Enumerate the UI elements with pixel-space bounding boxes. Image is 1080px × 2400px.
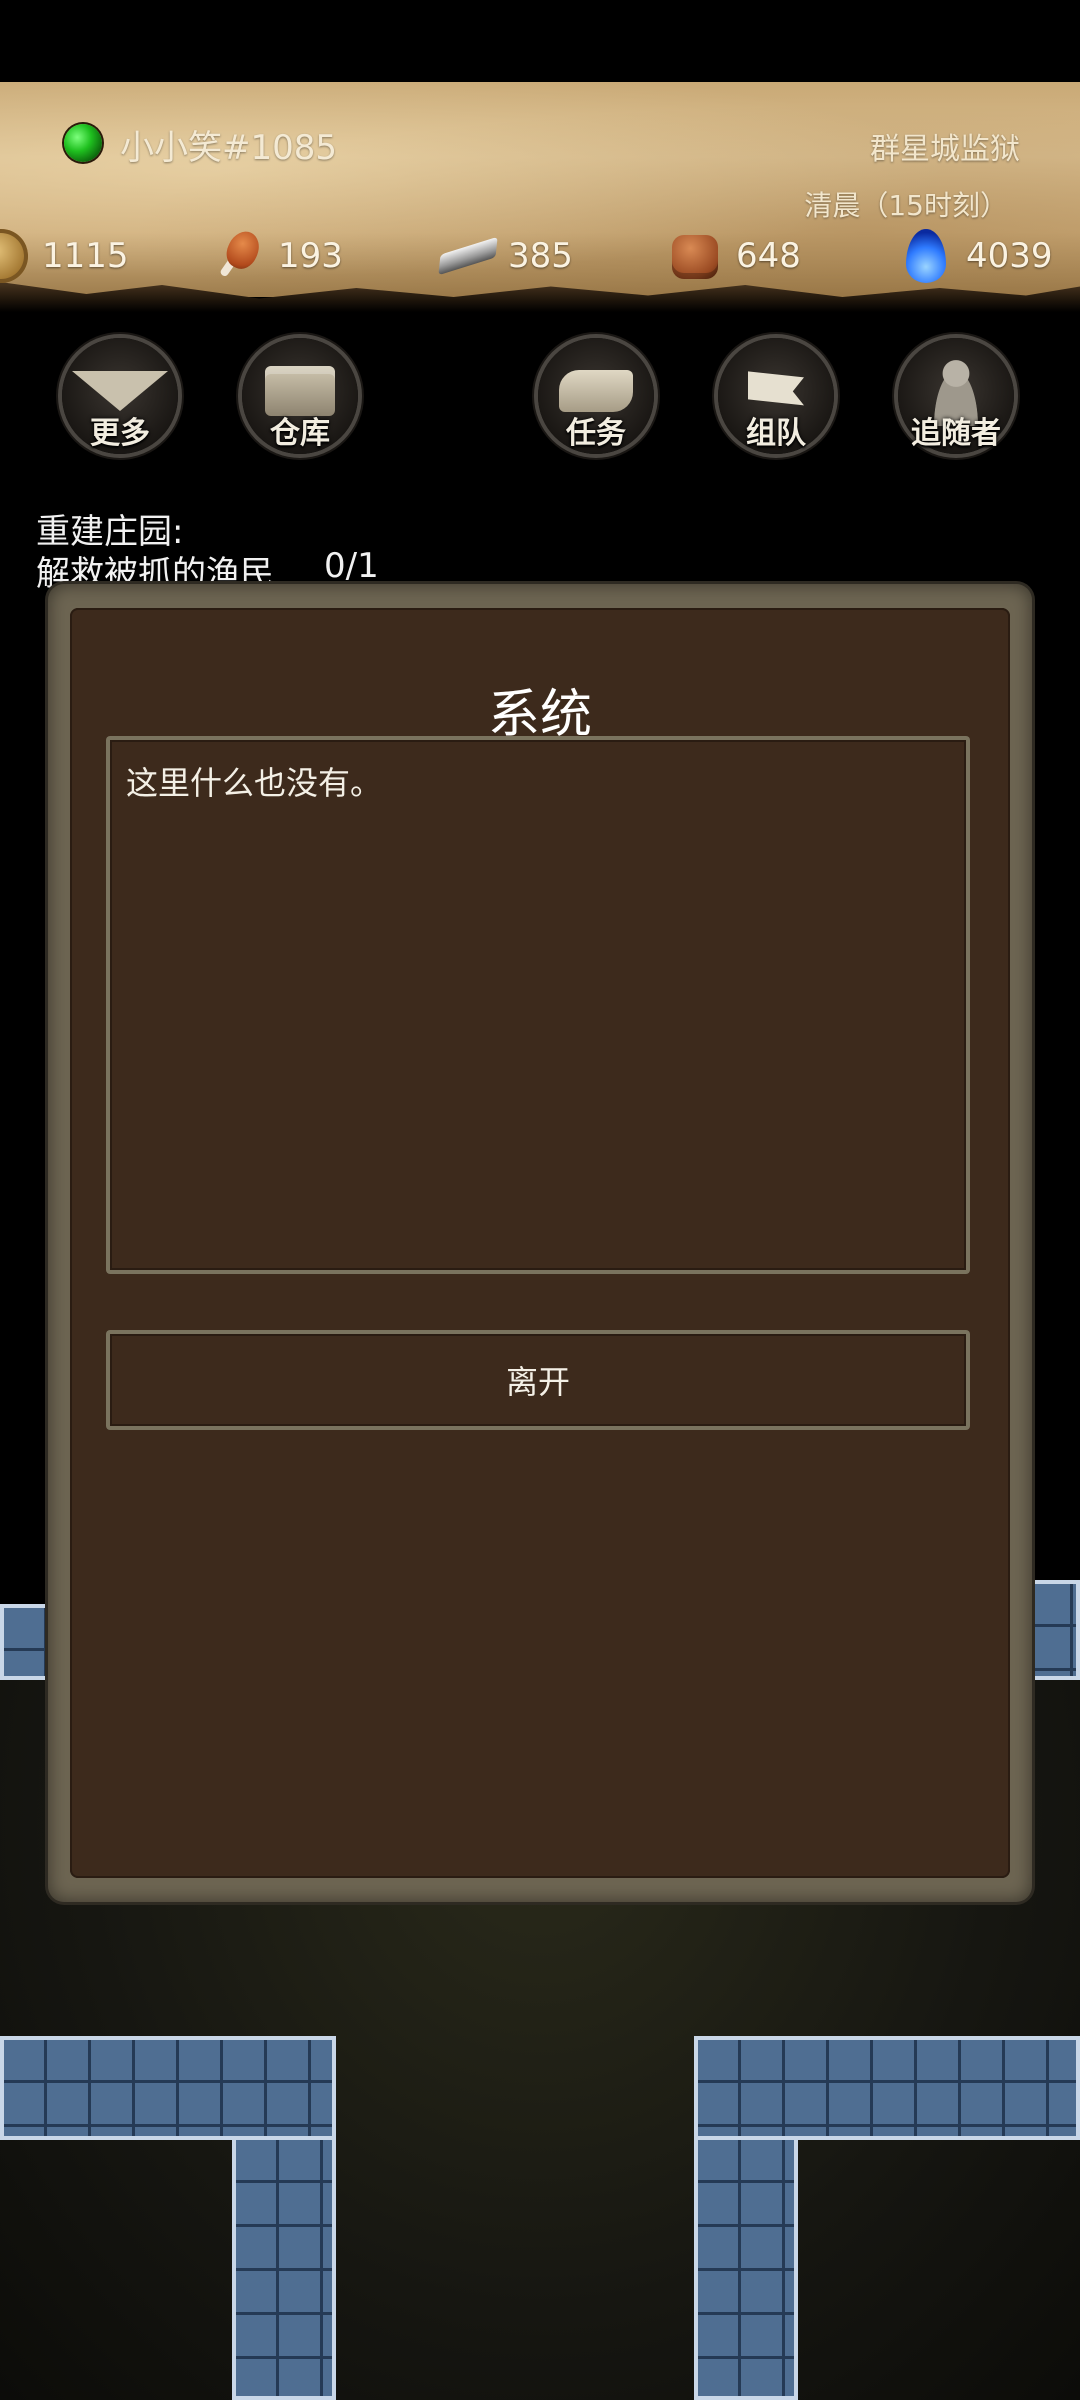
message-box: 这里什么也没有。	[106, 736, 970, 1274]
leave-button[interactable]: 离开	[106, 1330, 970, 1430]
player-status-gem-icon	[64, 124, 102, 162]
dialog-message: 这里什么也没有。	[126, 764, 383, 802]
team-label: 组队	[746, 416, 806, 451]
tasks-label: 任务	[566, 416, 626, 451]
food-value: 193	[278, 236, 343, 276]
dialog-panel: 系统 这里什么也没有。 离开	[70, 608, 1010, 1878]
resource-soul-flame: 4039	[898, 226, 1053, 286]
warehouse-button[interactable]: 仓库	[242, 338, 358, 454]
wall-tiles-bottom-left	[0, 2036, 336, 2140]
blue-flame-icon	[898, 229, 952, 283]
team-button[interactable]: 组队	[718, 338, 834, 454]
resource-brick: 648	[668, 226, 801, 286]
chevron-down-icon	[72, 371, 168, 412]
warehouse-label: 仓库	[270, 416, 330, 451]
resource-iron: 385	[438, 226, 573, 286]
resource-food: 193	[210, 226, 343, 286]
system-dialog: 系统 这里什么也没有。 离开	[48, 584, 1032, 1902]
followers-label: 追随者	[911, 416, 1001, 451]
coin-icon	[0, 229, 28, 283]
scroll-quill-icon	[559, 370, 633, 413]
location-name: 群星城监狱	[870, 132, 1020, 167]
resource-coins: 1115	[0, 226, 129, 286]
brick-value: 648	[736, 236, 801, 276]
wall-tiles-right	[1026, 1580, 1080, 1680]
coins-value: 1115	[42, 236, 129, 276]
followers-button[interactable]: 追随者	[898, 338, 1014, 454]
flag-icon	[748, 371, 804, 406]
player-name[interactable]: 小小笑#1085	[120, 120, 337, 169]
brick-icon	[668, 229, 722, 283]
game-time: 清晨（15时刻）	[804, 189, 1008, 222]
iron-ingot-icon	[438, 229, 498, 283]
wall-tiles-bottom-right	[694, 2036, 1080, 2140]
wall-tiles-left	[0, 1604, 54, 1680]
quest-progress: 0/1	[324, 546, 379, 586]
wall-tiles-column-right	[694, 2136, 798, 2400]
more-button[interactable]: 更多	[62, 338, 178, 454]
game-screen: 小小笑#1085 群星城监狱 清晨（15时刻） 1115 193 385 648…	[0, 0, 1080, 2400]
iron-value: 385	[508, 236, 573, 276]
wall-tiles-column-left	[232, 2136, 336, 2400]
meat-icon	[210, 226, 265, 283]
more-label: 更多	[90, 416, 150, 451]
tasks-button[interactable]: 任务	[538, 338, 654, 454]
soul-flame-value: 4039	[966, 236, 1053, 276]
